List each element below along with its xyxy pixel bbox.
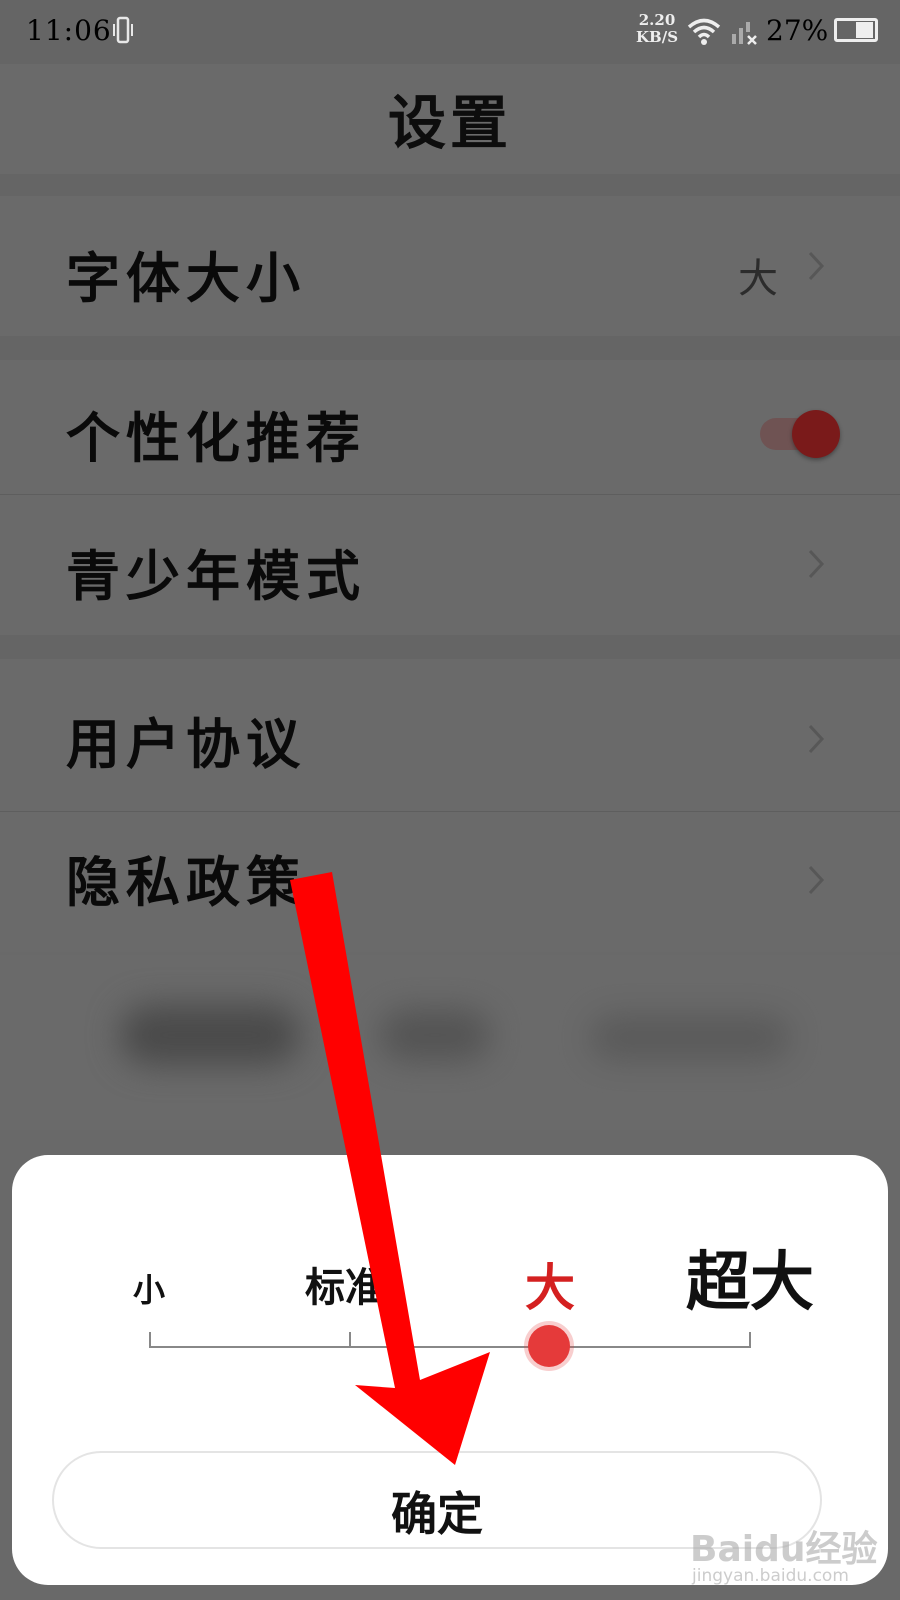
chevron-right-icon	[808, 251, 825, 281]
signal-icon	[732, 22, 757, 45]
section-gap	[0, 635, 900, 659]
personalized-toggle-knob[interactable]	[792, 410, 840, 458]
section-gap	[0, 174, 900, 196]
font-size-slider-track[interactable]	[150, 1346, 750, 1348]
font-option-large[interactable]: 大	[525, 1248, 575, 1320]
setting-label-personalized: 个性化推荐	[66, 406, 366, 470]
font-option-extra-large[interactable]: 超大	[686, 1231, 814, 1323]
blurred-element	[120, 1005, 300, 1065]
setting-label-user-agreement: 用户协议	[66, 712, 306, 776]
font-option-small[interactable]: 小	[133, 1265, 165, 1311]
setting-label-font-size: 字体大小	[66, 246, 306, 310]
blurred-content	[0, 955, 900, 1130]
slider-tick	[149, 1332, 151, 1348]
slider-tick	[349, 1332, 351, 1348]
battery-level	[856, 22, 873, 38]
network-speed-unit: KB/S	[636, 28, 679, 46]
network-speed-value: 2.20	[638, 11, 676, 29]
font-option-standard[interactable]: 标准	[305, 1255, 385, 1313]
blurred-element	[380, 1010, 490, 1060]
chevron-right-icon	[808, 549, 825, 579]
vibrate-icon	[113, 16, 133, 44]
chevron-right-icon	[808, 724, 825, 754]
blurred-element	[590, 1015, 790, 1060]
watermark-logo: Baidu经验	[690, 1529, 878, 1570]
slider-tick	[749, 1332, 751, 1348]
font-size-current-value: 大	[738, 256, 778, 302]
setting-label-privacy-policy: 隐私政策	[66, 850, 306, 914]
network-speed: 2.20 KB/S	[636, 12, 678, 46]
section-gap	[0, 336, 900, 360]
setting-label-teen-mode: 青少年模式	[66, 544, 366, 608]
font-size-slider-thumb[interactable]	[528, 1325, 570, 1367]
status-time: 11:06	[26, 14, 112, 47]
page-title: 设置	[387, 89, 512, 157]
status-bar	[0, 0, 900, 64]
battery-percent: 27%	[766, 14, 829, 47]
wifi-icon	[687, 18, 721, 45]
chevron-right-icon	[808, 865, 825, 895]
watermark-url: jingyan.baidu.com	[692, 1566, 849, 1586]
